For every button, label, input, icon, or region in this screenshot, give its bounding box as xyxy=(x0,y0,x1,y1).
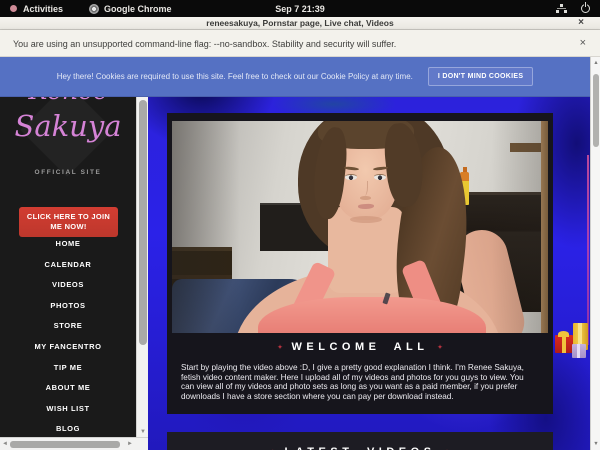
heading-dot-icon: ✦ xyxy=(437,344,442,351)
sidebar-item-about-me[interactable]: ABOUT ME xyxy=(0,378,136,399)
sidebar-item-blog[interactable]: BLOG xyxy=(0,419,136,437)
window-scrollbar[interactable]: ▲ ▼ xyxy=(590,57,600,450)
welcome-heading: ✦ WELCOME ALL ✦ xyxy=(167,341,553,353)
sidebar-item-calendar[interactable]: CALENDAR xyxy=(0,255,136,276)
sidebar-item-tip-me[interactable]: TIP ME xyxy=(0,358,136,379)
official-site-label: OFFICIAL SITE xyxy=(0,169,136,176)
cookie-accept-button[interactable]: I DON'T MIND COOKIES xyxy=(428,67,533,86)
gift-box-red xyxy=(555,335,573,353)
welcome-paragraph: Start by playing the video above :D, I g… xyxy=(181,363,539,402)
clock[interactable]: Sep 7 21:39 xyxy=(0,4,600,14)
video-player[interactable] xyxy=(172,121,548,333)
sidebar-horizontal-scrollbar[interactable]: ◄ ► xyxy=(0,437,148,450)
infobar-close-icon[interactable]: × xyxy=(580,37,586,49)
system-top-bar: Activities Google Chrome Sep 7 21:39 xyxy=(0,0,600,17)
window-title-bar: reneesakuya, Pornstar page, Live chat, V… xyxy=(0,17,600,30)
sidebar-item-store[interactable]: STORE xyxy=(0,316,136,337)
sidebar-item-home[interactable]: HOME xyxy=(0,234,136,255)
latest-videos-heading: ✦ LATEST VIDEOS ✦ xyxy=(167,446,553,450)
welcome-heading-text: WELCOME ALL xyxy=(292,341,429,353)
gift-box-purple xyxy=(572,344,586,358)
page-viewport: Renee Sakuya OFFICIAL SITE CLICK HERE TO… xyxy=(0,57,600,450)
cookie-message: Hey there! Cookies are required to use t… xyxy=(57,72,413,81)
desktop: Activities Google Chrome Sep 7 21:39 ren… xyxy=(0,0,600,450)
latest-videos-heading-text: LATEST VIDEOS xyxy=(284,446,435,450)
sidebar-item-my-fancentro[interactable]: MY FANCENTRO xyxy=(0,337,136,358)
network-icon[interactable] xyxy=(556,4,567,14)
sidebar-vscroll-thumb[interactable] xyxy=(139,100,147,345)
window-title: reneesakuya, Pornstar page, Live chat, V… xyxy=(0,17,600,30)
logo-line2: Sakuya xyxy=(0,111,136,141)
sidebar-item-videos[interactable]: VIDEOS xyxy=(0,275,136,296)
cookie-banner: Hey there! Cookies are required to use t… xyxy=(0,57,590,97)
infobar-message: You are using an unsupported command-lin… xyxy=(13,39,396,49)
power-icon[interactable] xyxy=(581,4,590,13)
sidebar: Renee Sakuya OFFICIAL SITE CLICK HERE TO… xyxy=(0,57,136,437)
latest-videos-panel: ✦ LATEST VIDEOS ✦ xyxy=(167,432,553,450)
main-panel: ✦ WELCOME ALL ✦ Start by playing the vid… xyxy=(167,113,553,414)
chrome-infobar: You are using an unsupported command-lin… xyxy=(0,30,600,57)
gifts-icon[interactable] xyxy=(554,322,594,364)
sidebar-hscroll-left-icon[interactable]: ◄ xyxy=(2,441,8,447)
decorative-line xyxy=(587,155,589,345)
scene-vignette xyxy=(172,121,548,333)
sidebar-item-photos[interactable]: PHOTOS xyxy=(0,296,136,317)
window-scroll-thumb[interactable] xyxy=(593,74,599,147)
scroll-down-icon[interactable]: ▼ xyxy=(591,441,600,447)
sidebar-hscroll-thumb[interactable] xyxy=(10,441,120,448)
sidebar-hscroll-right-icon[interactable]: ► xyxy=(127,441,133,447)
window-close-icon[interactable]: × xyxy=(578,17,584,29)
scroll-up-icon[interactable]: ▲ xyxy=(591,60,600,66)
sidebar-vertical-scrollbar[interactable]: ▼ xyxy=(136,57,148,437)
sidebar-menu: HOME CALENDAR VIDEOS PHOTOS STORE MY FAN… xyxy=(0,234,136,437)
sidebar-item-wish-list[interactable]: WISH LIST xyxy=(0,399,136,420)
sidebar-vscroll-down-icon[interactable]: ▼ xyxy=(137,429,149,435)
join-button[interactable]: CLICK HERE TO JOIN ME NOW! xyxy=(19,207,118,237)
heading-dot-icon: ✦ xyxy=(277,344,282,351)
